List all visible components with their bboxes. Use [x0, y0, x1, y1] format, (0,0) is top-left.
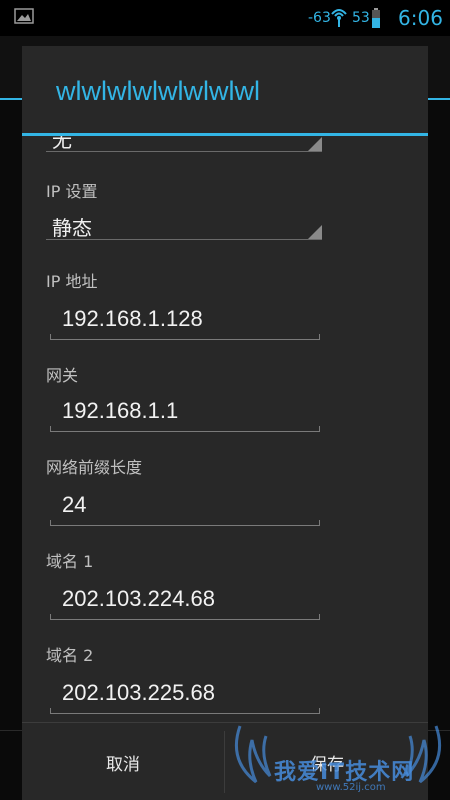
- dns1-value: 202.103.224.68: [62, 586, 215, 611]
- screen: -63 53 6:06 wlwlwlwlwlwlwlwl 无 IP 设置 静态 …: [0, 0, 450, 800]
- image-icon: [14, 8, 34, 24]
- battery-level: 53: [352, 10, 370, 26]
- ip-settings-label: IP 设置: [46, 182, 98, 201]
- cancel-button[interactable]: 取消: [22, 723, 224, 800]
- dialog-header: wlwlwlwlwlwlwlwl: [22, 46, 428, 136]
- gateway-label: 网关: [46, 366, 79, 385]
- dns1-field[interactable]: 202.103.224.68: [50, 580, 320, 620]
- spinner-underline: [46, 151, 322, 152]
- button-divider: [224, 731, 225, 793]
- wifi-config-dialog: wlwlwlwlwlwlwlwl 无 IP 设置 静态 IP 地址 192.16…: [22, 46, 428, 800]
- ip-settings-spinner[interactable]: 静态: [46, 212, 322, 240]
- prefix-length-label: 网络前缀长度: [46, 458, 143, 477]
- prefix-length-value: 24: [62, 492, 87, 517]
- ip-address-value: 192.168.1.128: [62, 306, 203, 331]
- dns1-label: 域名 1: [46, 552, 94, 571]
- wifi-icon: [331, 9, 347, 27]
- dns2-label: 域名 2: [46, 646, 94, 665]
- ip-settings-value: 静态: [52, 216, 92, 240]
- dialog-title: wlwlwlwlwlwlwlwl: [56, 76, 260, 106]
- spinner-underline: [46, 239, 322, 240]
- ip-address-label: IP 地址: [46, 272, 98, 291]
- dns2-value: 202.103.225.68: [62, 680, 215, 705]
- ip-address-field[interactable]: 192.168.1.128: [50, 300, 320, 340]
- gateway-field[interactable]: 192.168.1.1: [50, 392, 320, 432]
- dialog-scroll-content[interactable]: 无 IP 设置 静态 IP 地址 192.168.1.128 网关 192.16…: [22, 136, 428, 766]
- status-bar: -63 53 6:06: [0, 0, 450, 36]
- gateway-value: 192.168.1.1: [62, 398, 179, 423]
- dropdown-arrow-icon: [308, 225, 322, 239]
- proxy-spinner[interactable]: 无: [46, 136, 322, 152]
- dns2-field[interactable]: 202.103.225.68: [50, 674, 320, 714]
- dropdown-arrow-icon: [308, 137, 322, 151]
- watermark: 我爱IT技术网 www.52ij.com: [226, 720, 450, 800]
- prefix-length-field[interactable]: 24: [50, 486, 320, 526]
- battery-icon: [372, 8, 380, 28]
- watermark-url: www.52ij.com: [316, 782, 386, 793]
- signal-strength: -63: [308, 10, 331, 26]
- status-clock: 6:06: [398, 6, 443, 30]
